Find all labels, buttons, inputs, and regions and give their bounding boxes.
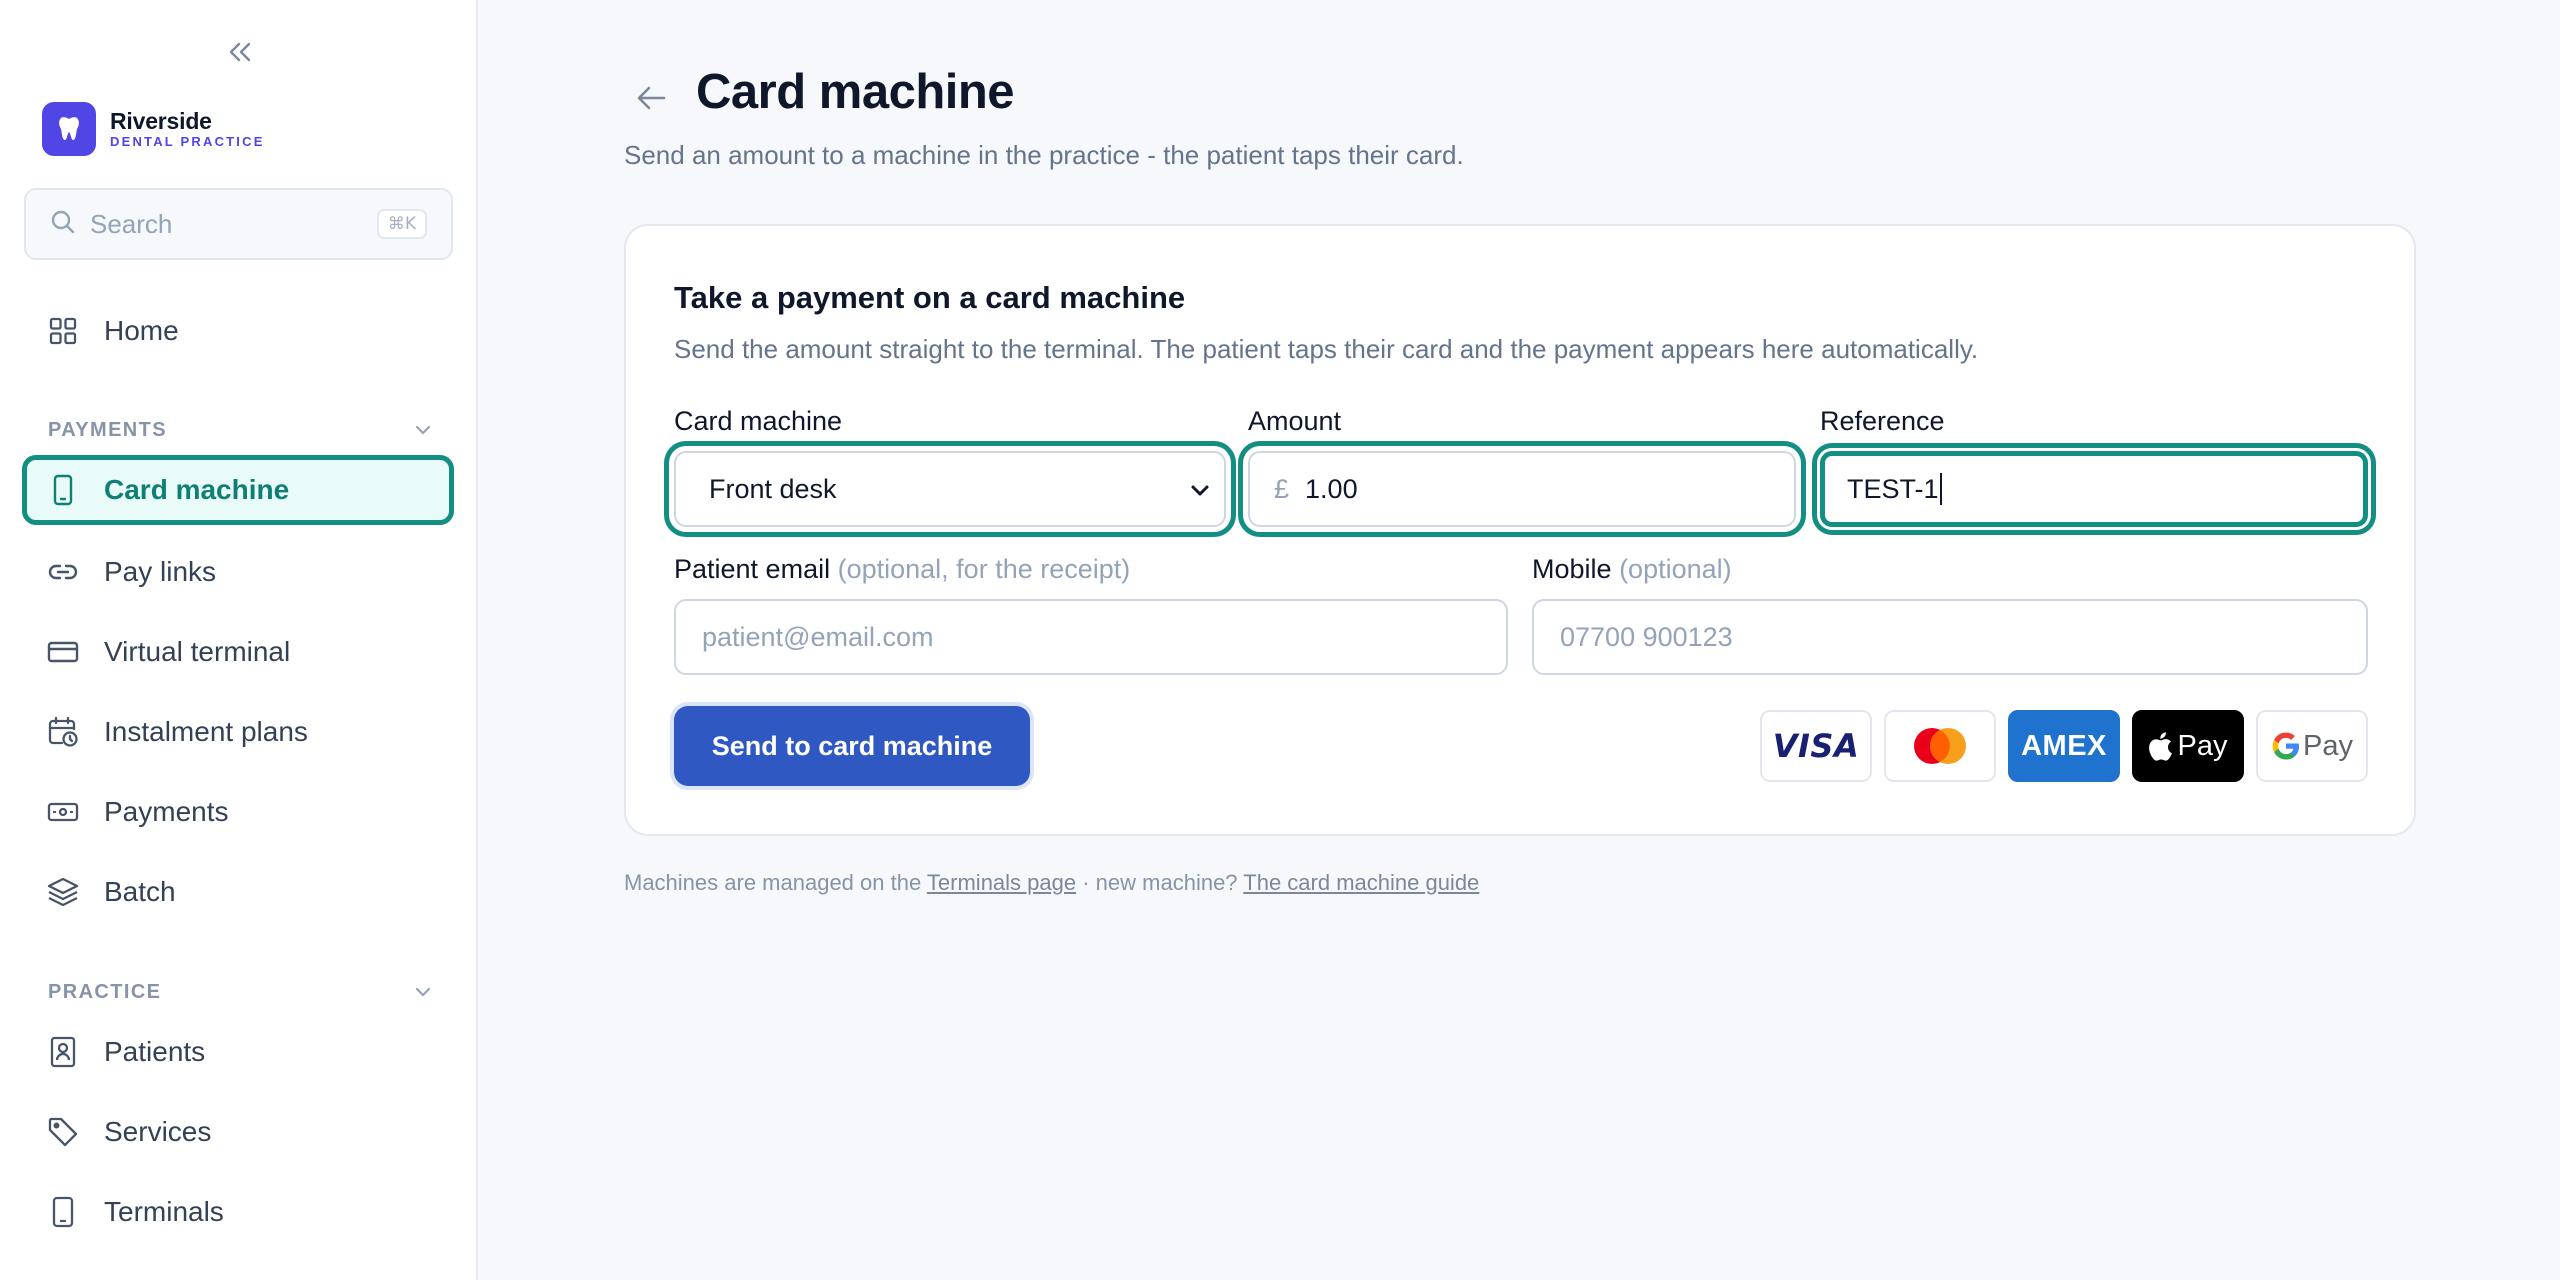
card-machine-label: Card machine xyxy=(674,406,843,436)
sidebar-item-label: Home xyxy=(104,315,179,346)
mobile-label: Mobile (optional) xyxy=(1532,554,1732,585)
patient-email-placeholder: patient@email.com xyxy=(702,621,934,652)
payment-card: Take a payment on a card machine Send th… xyxy=(624,224,2416,836)
sidebar-item-label: Batch xyxy=(104,876,176,907)
footnote: Machines are managed on the Terminals pa… xyxy=(624,870,1479,896)
amex-badge: AMEX xyxy=(2008,710,2120,782)
sidebar-item-instalment-plans[interactable]: Instalment plans xyxy=(22,697,454,767)
mobile-placeholder: 07700 900123 xyxy=(1560,621,1733,652)
currency-symbol: £ xyxy=(1274,473,1290,504)
search-placeholder: Search xyxy=(90,208,173,239)
sidebar-item-label: Services xyxy=(104,1116,212,1147)
apple-logo-icon xyxy=(2148,732,2172,761)
amex-logo: AMEX xyxy=(2021,729,2107,762)
sidebar-item-label: Patients xyxy=(104,1036,206,1067)
apple-pay-badge: Pay xyxy=(2132,710,2244,782)
google-pay-badge: Pay xyxy=(2256,710,2368,782)
text-caret xyxy=(1939,473,1942,505)
brand-subtitle: DENTAL PRACTICE xyxy=(110,134,265,149)
visa-badge: VISA xyxy=(1760,710,1872,782)
tooth-logo-icon xyxy=(42,102,96,156)
patient-email-label: Patient email (optional, for the receipt… xyxy=(674,554,1130,585)
sidebar-item-label: Payments xyxy=(104,796,229,827)
banknote-icon xyxy=(46,795,80,829)
contact-icon xyxy=(46,1035,80,1069)
mastercard-badge xyxy=(1884,710,1996,782)
sidebar-item-label: Pay links xyxy=(104,556,217,587)
patient-email-field[interactable]: patient@email.com xyxy=(674,599,1508,675)
collapse-sidebar-icon[interactable] xyxy=(224,36,256,68)
chevron-down-icon xyxy=(1190,474,1210,505)
patient-email-label-text: Patient email xyxy=(674,554,831,584)
card-description: Send the amount straight to the terminal… xyxy=(674,334,1979,364)
sidebar-item-terminals[interactable]: Terminals xyxy=(22,1177,454,1247)
amount-value: 1.00 xyxy=(1305,473,1358,504)
brand[interactable]: Riverside DENTAL PRACTICE xyxy=(42,102,265,156)
patient-email-hint: (optional, for the receipt) xyxy=(837,554,1131,584)
card-machine-guide-link[interactable]: The card machine guide xyxy=(1243,870,1479,895)
search-input[interactable]: Search ⌘K xyxy=(24,188,453,260)
back-arrow-icon[interactable] xyxy=(630,76,674,120)
link-icon xyxy=(46,555,80,589)
amount-label: Amount xyxy=(1248,406,1342,436)
phone-icon xyxy=(46,473,80,507)
apple-pay-text: Pay xyxy=(2177,729,2228,762)
section-label: PAYMENTS xyxy=(48,418,168,441)
footnote-middle: · new machine? xyxy=(1082,870,1238,895)
sidebar-item-label: Instalment plans xyxy=(104,716,308,747)
google-g-icon xyxy=(2272,732,2299,760)
sidebar-item-home[interactable]: Home xyxy=(22,296,454,366)
calendar-clock-icon xyxy=(46,715,80,749)
chevron-down-icon xyxy=(414,981,432,1004)
footnote-prefix: Machines are managed on the xyxy=(624,870,922,895)
amount-input[interactable]: £ 1.00 xyxy=(1248,451,1796,527)
sidebar-item-pay-links[interactable]: Pay links xyxy=(22,537,454,607)
sidebar-item-label: Terminals xyxy=(104,1196,224,1227)
reference-label: Reference xyxy=(1820,406,1945,436)
page-title: Card machine xyxy=(696,65,1015,119)
terminals-page-link[interactable]: Terminals page xyxy=(927,870,1076,895)
card-title: Take a payment on a card machine xyxy=(674,280,1186,315)
section-label: PRACTICE xyxy=(48,980,162,1003)
google-pay-text: Pay xyxy=(2303,729,2353,762)
sidebar: Riverside DENTAL PRACTICE Search ⌘K Home… xyxy=(0,0,478,1280)
card-machine-select[interactable]: Front desk xyxy=(674,451,1226,527)
credit-card-icon xyxy=(46,635,80,669)
sidebar-item-batch[interactable]: Batch xyxy=(22,857,454,927)
sidebar-item-patients[interactable]: Patients xyxy=(22,1017,454,1087)
section-header-practice[interactable]: PRACTICE xyxy=(48,980,432,1004)
sidebar-item-services[interactable]: Services xyxy=(22,1097,454,1167)
grid-icon xyxy=(46,314,80,348)
tag-icon xyxy=(46,1115,80,1149)
sidebar-item-label: Card machine xyxy=(104,474,290,505)
search-icon xyxy=(50,209,76,240)
mobile-hint: (optional) xyxy=(1619,554,1732,584)
mastercard-logo-icon xyxy=(1914,728,1966,764)
chevron-down-icon xyxy=(414,419,432,442)
reference-value: TEST-1 xyxy=(1847,473,1939,504)
search-shortcut: ⌘K xyxy=(376,209,427,239)
sidebar-item-virtual-terminal[interactable]: Virtual terminal xyxy=(22,617,454,687)
mobile-field[interactable]: 07700 900123 xyxy=(1532,599,2368,675)
visa-logo: VISA xyxy=(1772,727,1860,765)
card-machine-value: Front desk xyxy=(709,473,837,504)
layers-icon xyxy=(46,875,80,909)
sidebar-item-payments[interactable]: Payments xyxy=(22,777,454,847)
page-subtitle: Send an amount to a machine in the pract… xyxy=(624,140,1464,170)
section-header-payments[interactable]: PAYMENTS xyxy=(48,418,432,442)
sidebar-item-label: Virtual terminal xyxy=(104,636,291,667)
mobile-label-text: Mobile xyxy=(1532,554,1612,584)
reference-input[interactable]: TEST-1 xyxy=(1820,451,2368,527)
tablet-icon xyxy=(46,1195,80,1229)
sidebar-item-card-machine[interactable]: Card machine xyxy=(22,455,454,525)
brand-name: Riverside xyxy=(110,108,212,134)
send-to-card-machine-button[interactable]: Send to card machine xyxy=(674,706,1030,786)
